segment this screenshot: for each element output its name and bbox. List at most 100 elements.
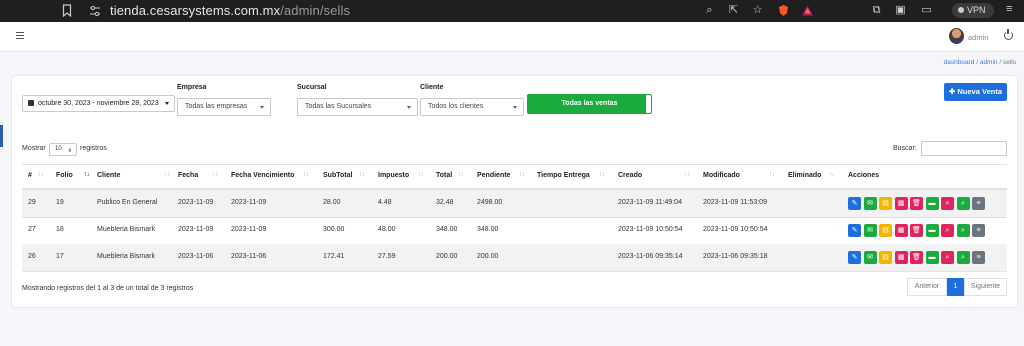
sucursal-label: Sucursal — [297, 84, 327, 91]
new-sale-button[interactable]: ✚ Nueva Venta — [944, 83, 1007, 101]
next-page-button[interactable]: Siguiente — [964, 278, 1007, 296]
date-range-value: octubre 30, 2023 - noviembre 28, 2023 — [38, 100, 159, 107]
empresa-select[interactable]: Todas las empresas — [177, 98, 271, 116]
column-header-modificado[interactable]: Modificado — [703, 172, 740, 179]
cell-cliente: Muebleria Bismark — [97, 253, 155, 260]
breadcrumb-admin[interactable]: admin — [980, 59, 998, 66]
money-button[interactable]: ▬ — [925, 197, 939, 210]
column-header-fecha-vencimiento[interactable]: Fecha Vencimiento — [231, 172, 294, 179]
length-suffix: registros — [80, 145, 107, 152]
star-icon[interactable]: ☆ — [751, 4, 764, 17]
search-input[interactable] — [921, 141, 1007, 156]
sort-icon[interactable]: ↑↓ — [599, 171, 605, 178]
column-header-fecha[interactable]: Fecha — [178, 172, 198, 179]
cell-impuesto: 27.59 — [378, 253, 396, 260]
sidebar-icon[interactable]: ▣ — [894, 4, 907, 17]
sort-icon[interactable]: ↑↓ — [769, 171, 775, 178]
cell-fecha: 2023-11-06 — [178, 253, 214, 260]
cell-creado: 2023-11-06 09:35:14 — [618, 253, 683, 260]
sucursal-value: Todas las Sucursales — [305, 103, 372, 110]
column-header-tiempo-entrega[interactable]: Tiempo Entrega — [537, 172, 590, 179]
user-name[interactable]: admin — [968, 33, 988, 42]
extensions-icon[interactable]: ⧉ — [870, 4, 883, 17]
menu-icon[interactable]: ≡ — [1006, 3, 1012, 15]
previous-page-button[interactable]: Anterior — [907, 278, 947, 296]
list-button[interactable]: ≡ — [972, 224, 985, 237]
email-button[interactable]: ✉ — [863, 224, 877, 237]
sort-icon[interactable]: ↑↓ — [212, 171, 218, 178]
search-pink-button[interactable]: ⌕ — [941, 224, 954, 237]
delete-button[interactable]: 🗑 — [910, 197, 923, 210]
search-green-button[interactable]: ⌕ — [956, 251, 970, 264]
sort-icon[interactable]: ↑↓ — [84, 171, 90, 178]
column-header-pendiente[interactable]: Pendiente — [477, 172, 510, 179]
edit-button[interactable]: ✎ — [848, 251, 861, 264]
power-icon[interactable] — [1004, 29, 1013, 40]
search-pink-button[interactable]: ⌕ — [941, 197, 954, 210]
pdf-button[interactable]: ▤ — [879, 197, 892, 210]
delete-button[interactable]: 🗑 — [910, 224, 923, 237]
sort-icon[interactable]: ↑↓ — [684, 171, 690, 178]
sort-icon[interactable]: ↑↓ — [38, 171, 44, 178]
list-button[interactable]: ≡ — [972, 197, 985, 210]
search-pink-button[interactable]: ⌕ — [941, 251, 954, 264]
column-header-creado[interactable]: Creado — [618, 172, 642, 179]
brave-shield-icon[interactable] — [777, 4, 790, 17]
wallet-icon[interactable]: ▭ — [920, 4, 933, 17]
pdf-button[interactable]: ▤ — [879, 224, 892, 237]
cell-hash: 27 — [28, 226, 36, 233]
avatar[interactable] — [949, 28, 964, 44]
column-header-cliente[interactable]: Cliente — [97, 172, 120, 179]
pdf-button[interactable]: ▤ — [879, 251, 892, 264]
cell-total: 200.00 — [436, 253, 458, 260]
share-icon[interactable]: ⇱ — [727, 4, 740, 17]
email-button[interactable]: ✉ — [863, 197, 877, 210]
column-header-total[interactable]: Total — [436, 172, 452, 179]
all-sales-toggle[interactable]: Todas las ventas — [527, 94, 652, 114]
list-button[interactable]: ≡ — [972, 251, 985, 264]
email-button[interactable]: ✉ — [863, 251, 877, 264]
cliente-select[interactable]: Todos los clientes — [420, 98, 524, 116]
plus-icon: ✚ — [949, 87, 956, 96]
sort-icon[interactable]: ↑↓ — [829, 171, 835, 178]
search-green-button[interactable]: ⌕ — [956, 224, 970, 237]
site-settings-icon[interactable] — [89, 5, 101, 17]
search-green-button[interactable]: ⌕ — [956, 197, 970, 210]
column-header-folio[interactable]: Folio — [56, 172, 73, 179]
edit-button[interactable]: ✎ — [848, 197, 861, 210]
sort-icon[interactable]: ↑↓ — [359, 171, 365, 178]
length-value: 10 — [55, 146, 62, 152]
sort-icon[interactable]: ↑↓ — [418, 171, 424, 178]
date-range-picker[interactable]: octubre 30, 2023 - noviembre 28, 2023 — [22, 95, 175, 112]
sucursal-select[interactable]: Todas las Sucursales — [297, 98, 418, 116]
zoom-icon[interactable]: ⌕ — [703, 4, 716, 17]
browser-toolbar: tienda.cesarsystems.com.mx/admin/sells ⌕… — [0, 0, 1024, 22]
page-1-button[interactable]: 1 — [947, 278, 964, 296]
cell-subtotal: 172.41 — [323, 253, 345, 260]
sort-icon[interactable]: ↑↓ — [458, 171, 464, 178]
delete-button[interactable]: 🗑 — [910, 251, 923, 264]
grid-button[interactable]: ▦ — [894, 197, 908, 210]
caret-down-icon — [513, 106, 517, 109]
grid-button[interactable]: ▦ — [894, 251, 908, 264]
bookmark-icon[interactable] — [62, 4, 72, 17]
grid-button[interactable]: ▦ — [894, 224, 908, 237]
column-header-subtotal[interactable]: SubTotal — [323, 172, 352, 179]
menu-toggle-icon[interactable] — [16, 32, 24, 39]
edit-button[interactable]: ✎ — [848, 224, 861, 237]
breadcrumb-separator: / — [999, 59, 1002, 66]
money-button[interactable]: ▬ — [925, 224, 939, 237]
column-header-impuesto[interactable]: Impuesto — [378, 172, 409, 179]
column-header-hash[interactable]: # — [28, 172, 32, 179]
sort-icon[interactable]: ↑↓ — [303, 171, 309, 178]
column-header-eliminado[interactable]: Eliminado — [788, 172, 821, 179]
vpn-button[interactable]: VPN — [952, 3, 994, 18]
money-button[interactable]: ▬ — [925, 251, 939, 264]
brave-rewards-icon[interactable] — [801, 4, 814, 17]
breadcrumb-dashboard[interactable]: dashboard — [944, 59, 975, 66]
length-select[interactable]: 10 ⬍ — [49, 143, 77, 156]
sort-icon[interactable]: ↑↓ — [519, 171, 525, 178]
sort-icon[interactable]: ↑↓ — [164, 171, 170, 178]
cell-pendiente: 2498.00 — [477, 199, 503, 206]
address-bar[interactable]: tienda.cesarsystems.com.mx/admin/sells — [110, 3, 350, 18]
